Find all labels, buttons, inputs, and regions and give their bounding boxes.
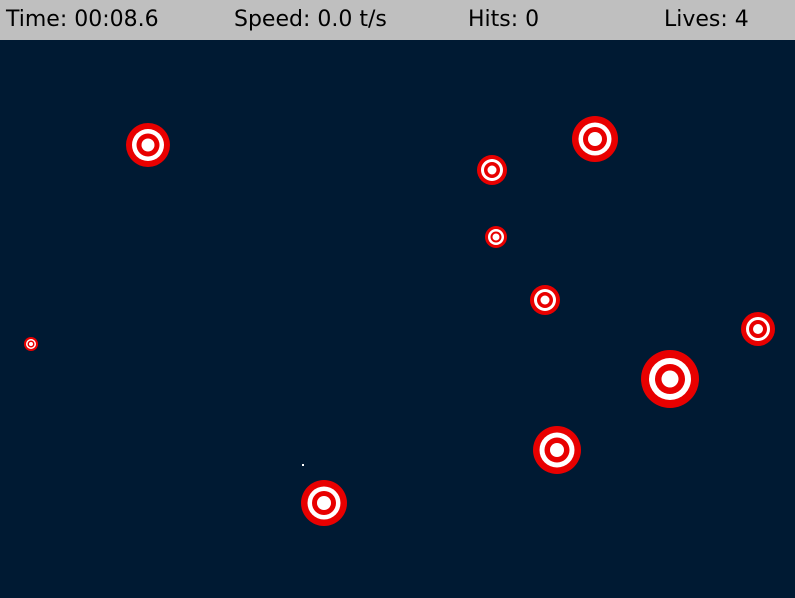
target[interactable] [530, 285, 560, 315]
target[interactable] [572, 116, 618, 162]
target-ring-3 [588, 132, 602, 146]
hits-readout: Hits: 0 [468, 7, 540, 32]
speed-readout: Speed: 0.0 t/s [234, 7, 387, 32]
target-ring-3 [753, 324, 763, 334]
target-ring-3 [317, 496, 331, 510]
target-ring-3 [661, 370, 679, 388]
target-ring-3 [550, 443, 564, 457]
target[interactable] [301, 480, 347, 526]
target[interactable] [126, 123, 170, 167]
lives-readout: Lives: 4 [664, 7, 749, 32]
target[interactable] [477, 155, 507, 185]
game-canvas[interactable]: Time: 00:08.6 Speed: 0.0 t/s Hits: 0 Liv… [0, 0, 795, 598]
hud-bar: Time: 00:08.6 Speed: 0.0 t/s Hits: 0 Liv… [0, 0, 795, 40]
cursor-dot [302, 464, 304, 466]
target[interactable] [641, 350, 699, 408]
target[interactable] [24, 337, 38, 351]
playfield[interactable] [0, 40, 795, 598]
target-ring-3 [492, 233, 500, 241]
target-ring-3 [487, 165, 497, 175]
target[interactable] [741, 312, 775, 346]
target-ring-3 [141, 138, 155, 152]
target[interactable] [485, 226, 507, 248]
target-ring-3 [29, 342, 33, 346]
time-readout: Time: 00:08.6 [6, 7, 159, 32]
target[interactable] [533, 426, 581, 474]
target-ring-3 [540, 295, 550, 305]
